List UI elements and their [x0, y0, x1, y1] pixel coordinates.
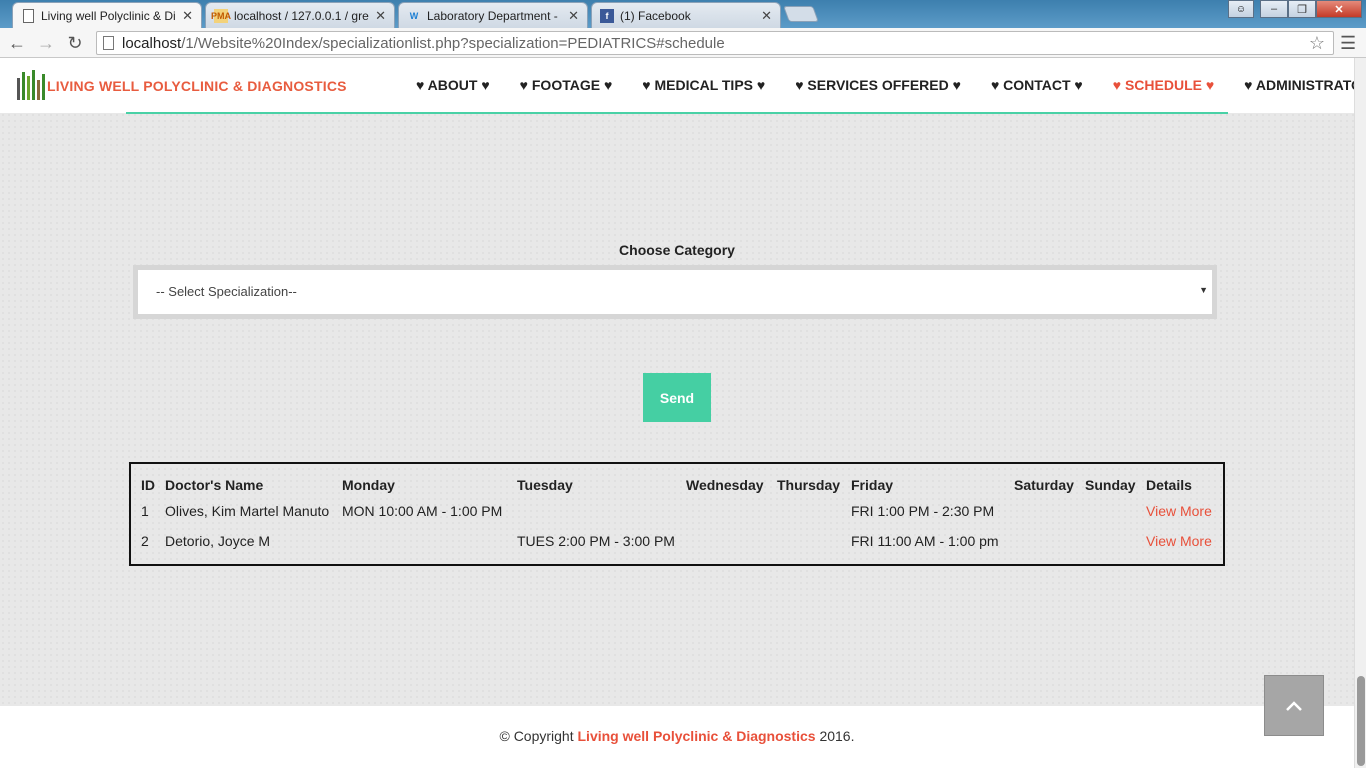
- table-header-row: ID Doctor's Name Monday Tuesday Wednesda…: [137, 474, 1222, 496]
- footer-brand-link[interactable]: Living well Polyclinic & Diagnostics: [578, 728, 816, 744]
- cell-sunday: [1081, 526, 1142, 556]
- address-bar[interactable]: localhost/1/Website%20Index/specializati…: [96, 31, 1334, 55]
- scrollbar-thumb[interactable]: [1357, 676, 1365, 766]
- main-nav: ♥ ABOUT ♥ ♥ FOOTAGE ♥ ♥ MEDICAL TIPS ♥ ♥…: [416, 77, 1354, 93]
- browser-tab[interactable]: W Laboratory Department - ✕: [398, 2, 588, 28]
- choose-category-label: Choose Category: [619, 242, 735, 258]
- chevron-down-icon: ▼: [1199, 285, 1208, 295]
- site-logo[interactable]: LIVING WELL POLYCLINIC & DIAGNOSTICS: [14, 70, 347, 102]
- cell-monday: [338, 526, 513, 556]
- cell-tuesday: [513, 496, 682, 526]
- table-row: 1 Olives, Kim Martel Manuto MON 10:00 AM…: [137, 496, 1222, 526]
- nav-services-offered[interactable]: ♥ SERVICES OFFERED ♥: [795, 77, 961, 93]
- cell-wednesday: [682, 496, 773, 526]
- back-icon[interactable]: ←: [6, 32, 28, 54]
- tab-title: Laboratory Department -: [427, 8, 558, 23]
- schedule-table-box: ID Doctor's Name Monday Tuesday Wednesda…: [129, 462, 1225, 566]
- cell-thursday: [773, 496, 847, 526]
- page-icon: [21, 8, 35, 23]
- site-brand: LIVING WELL POLYCLINIC & DIAGNOSTICS: [47, 78, 347, 94]
- col-header: Wednesday: [686, 477, 764, 493]
- cell-saturday: [1010, 526, 1081, 556]
- new-tab-button[interactable]: [783, 6, 819, 22]
- cell-id: 1: [141, 503, 149, 519]
- cell-wednesday: [682, 526, 773, 556]
- col-header: Monday: [342, 477, 395, 493]
- window-controls: – ❐ ✕: [1260, 0, 1362, 18]
- table-row: 2 Detorio, Joyce M TUES 2:00 PM - 3:00 P…: [137, 526, 1222, 556]
- site-footer: © Copyright Living well Polyclinic & Dia…: [0, 706, 1354, 768]
- copyright-prefix: © Copyright: [499, 728, 578, 744]
- user-icon[interactable]: ☺: [1228, 0, 1254, 18]
- nav-administrator[interactable]: ♥ ADMINISTRATOR ♥: [1244, 77, 1354, 93]
- minimize-icon[interactable]: –: [1260, 0, 1288, 18]
- col-header: Details: [1146, 477, 1192, 493]
- reload-icon[interactable]: ↻: [64, 32, 86, 54]
- cell-sunday: [1081, 496, 1142, 526]
- col-header: Friday: [851, 477, 894, 493]
- window-close-icon[interactable]: ✕: [1316, 0, 1362, 18]
- tab-title: localhost / 127.0.0.1 / gre: [234, 8, 369, 23]
- close-icon[interactable]: ✕: [375, 8, 386, 24]
- tab-title: Living well Polyclinic & Di: [41, 8, 176, 23]
- browser-tab[interactable]: f (1) Facebook ✕: [591, 2, 781, 28]
- header-divider: [126, 112, 1228, 114]
- close-icon[interactable]: ✕: [568, 8, 579, 24]
- col-header: Saturday: [1014, 477, 1074, 493]
- forward-icon[interactable]: →: [35, 32, 57, 54]
- nav-medical-tips[interactable]: ♥ MEDICAL TIPS ♥: [642, 77, 765, 93]
- nav-footage[interactable]: ♥ FOOTAGE ♥: [520, 77, 613, 93]
- close-icon[interactable]: ✕: [761, 8, 772, 24]
- cell-thursday: [773, 526, 847, 556]
- cell-monday: MON 10:00 AM - 1:00 PM: [342, 503, 503, 519]
- col-header: ID: [141, 477, 155, 493]
- url-host: localhost: [122, 34, 182, 52]
- url-path: /1/Website%20Index/specializationlist.ph…: [181, 34, 725, 52]
- col-header: Tuesday: [517, 477, 573, 493]
- page-scrollbar[interactable]: [1354, 58, 1366, 768]
- chevron-up-icon: [1286, 700, 1302, 711]
- phpmyadmin-icon: PMA: [211, 8, 231, 23]
- site-header: LIVING WELL POLYCLINIC & DIAGNOSTICS ♥ A…: [0, 58, 1354, 113]
- browser-tab-strip: Living well Polyclinic & Di ✕ PMA localh…: [0, 0, 1366, 28]
- cell-friday: FRI 1:00 PM - 2:30 PM: [851, 503, 995, 519]
- cell-tuesday: TUES 2:00 PM - 3:00 PM: [517, 533, 675, 549]
- facebook-icon: f: [600, 8, 614, 23]
- nav-schedule[interactable]: ♥ SCHEDULE ♥: [1113, 77, 1214, 93]
- page-viewport: LIVING WELL POLYCLINIC & DIAGNOSTICS ♥ A…: [0, 58, 1354, 768]
- nav-about[interactable]: ♥ ABOUT ♥: [416, 77, 490, 93]
- tab-title: (1) Facebook: [620, 8, 691, 23]
- col-header: Thursday: [777, 477, 841, 493]
- browser-tab[interactable]: PMA localhost / 127.0.0.1 / gre ✕: [205, 2, 395, 28]
- bookmark-star-icon[interactable]: ☆: [1309, 33, 1325, 54]
- browser-tab-active[interactable]: Living well Polyclinic & Di ✕: [12, 2, 202, 28]
- cell-saturday: [1010, 496, 1081, 526]
- cell-doctor-name: Detorio, Joyce M: [165, 533, 271, 549]
- schedule-table: ID Doctor's Name Monday Tuesday Wednesda…: [137, 474, 1222, 556]
- col-header: Doctor's Name: [165, 477, 264, 493]
- view-more-link[interactable]: View More: [1142, 496, 1222, 526]
- view-more-link[interactable]: View More: [1142, 526, 1222, 556]
- send-button[interactable]: Send: [643, 373, 711, 422]
- weebly-icon: W: [409, 10, 419, 21]
- cell-id: 2: [141, 533, 149, 549]
- back-to-top-button[interactable]: [1264, 675, 1324, 736]
- cell-friday: FRI 11:00 AM - 1:00 pm: [851, 533, 999, 549]
- copyright-suffix: 2016.: [815, 728, 855, 744]
- menu-icon[interactable]: ☰: [1340, 33, 1356, 54]
- col-header: Sunday: [1085, 477, 1136, 493]
- select-value: -- Select Specialization--: [156, 284, 297, 299]
- maximize-icon[interactable]: ❐: [1288, 0, 1316, 18]
- browser-toolbar: ← → ↻ localhost/1/Website%20Index/specia…: [0, 28, 1366, 58]
- nav-contact[interactable]: ♥ CONTACT ♥: [991, 77, 1083, 93]
- specialization-select[interactable]: -- Select Specialization-- ▼: [133, 265, 1217, 319]
- close-icon[interactable]: ✕: [182, 8, 193, 24]
- cell-doctor-name: Olives, Kim Martel Manuto: [165, 503, 330, 519]
- logo-image: [14, 70, 48, 102]
- page-icon: [103, 36, 114, 50]
